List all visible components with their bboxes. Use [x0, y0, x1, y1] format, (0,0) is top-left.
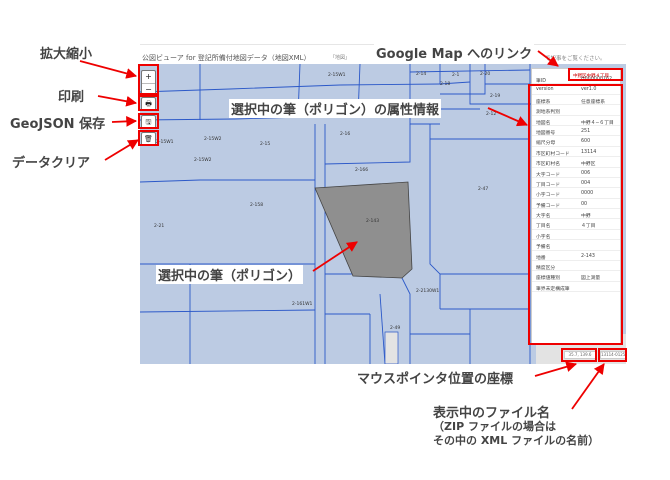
parcel-label: 2-166 — [355, 168, 369, 173]
zoom-highlight-box — [138, 64, 159, 95]
annotation-zip-note-2: その中の XML ファイルの名前） — [433, 434, 600, 447]
attribute-key: 筆ID — [536, 79, 546, 84]
app-note-2: で記事をご覧ください。 — [545, 56, 606, 62]
annotation-attributes-label: 選択中の筆（ポリゴン）の属性情報 — [229, 99, 442, 118]
annotation-google-map-label: Google Map へのリンク — [374, 43, 535, 62]
parcel-label: 2-19 — [490, 94, 501, 99]
print-highlight-box — [138, 95, 159, 111]
filename-highlight-box — [598, 348, 627, 362]
annotation-geojson-label: GeoJSON 保存 — [10, 117, 106, 132]
parcel-label: 2-49 — [390, 326, 401, 331]
annotation-filename-label: 表示中のファイル名 — [433, 406, 551, 421]
parcel-label: 2-14 — [416, 72, 427, 77]
parcel-label: 2-161W1 — [292, 302, 313, 307]
clear-highlight-box — [138, 130, 159, 146]
annotation-selected-polygon-label: 選択中の筆（ポリゴン） — [156, 265, 304, 284]
parcel-label: 2-21 — [154, 224, 165, 229]
google-map-highlight-box — [568, 68, 623, 81]
app-title: 公図ビューア for 登記所備付地図データ（地図XML） — [142, 54, 311, 62]
parcel-label: 2-12 — [486, 112, 497, 117]
annotation-clear-label: データクリア — [12, 156, 91, 171]
parcel-label: 2-16 — [340, 132, 351, 137]
parcel-label: 2-2130W1 — [416, 289, 440, 294]
parcel-label: 2-15W2 — [204, 137, 222, 142]
annotation-print-label: 印刷 — [58, 90, 85, 105]
parcel-label: 2-158 — [250, 203, 264, 208]
annotation-mouse-coords-label: マウスポインタ位置の座標 — [357, 372, 514, 387]
coords-highlight-box — [561, 348, 597, 362]
app-note: 「地図」 — [330, 55, 351, 61]
parcel-label: 2-15 — [260, 142, 271, 147]
geojson-highlight-box — [138, 113, 159, 129]
attributes-highlight-box — [528, 84, 623, 345]
annotation-zoom-label: 拡大縮小 — [40, 47, 93, 62]
annotation-zip-note-1: （ZIP ファイルの場合は — [433, 420, 556, 433]
parcel-label: 2-18 — [440, 82, 451, 87]
parcel-label: 2-15W2 — [194, 158, 212, 163]
selected-parcel-polygon[interactable] — [314, 181, 413, 279]
parcel-label: 2-47 — [478, 187, 489, 192]
parcel-label: 2-1 — [452, 73, 460, 78]
parcel-label: 2-20 — [480, 72, 491, 77]
parcel-label: 2-15W1 — [328, 73, 346, 78]
parcel-label-selected: 2-143 — [366, 219, 380, 224]
